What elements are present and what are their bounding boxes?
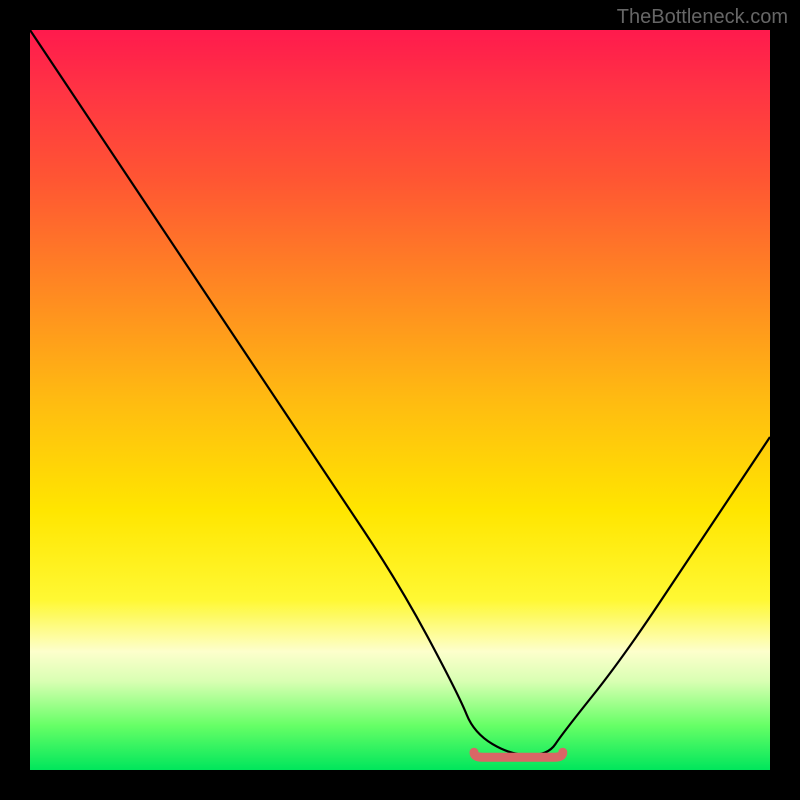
curve-svg — [30, 30, 770, 770]
bottleneck-chart — [30, 30, 770, 770]
watermark-text: TheBottleneck.com — [617, 6, 788, 29]
bottleneck-curve-path — [30, 30, 770, 755]
optimal-marker-path — [474, 752, 563, 757]
